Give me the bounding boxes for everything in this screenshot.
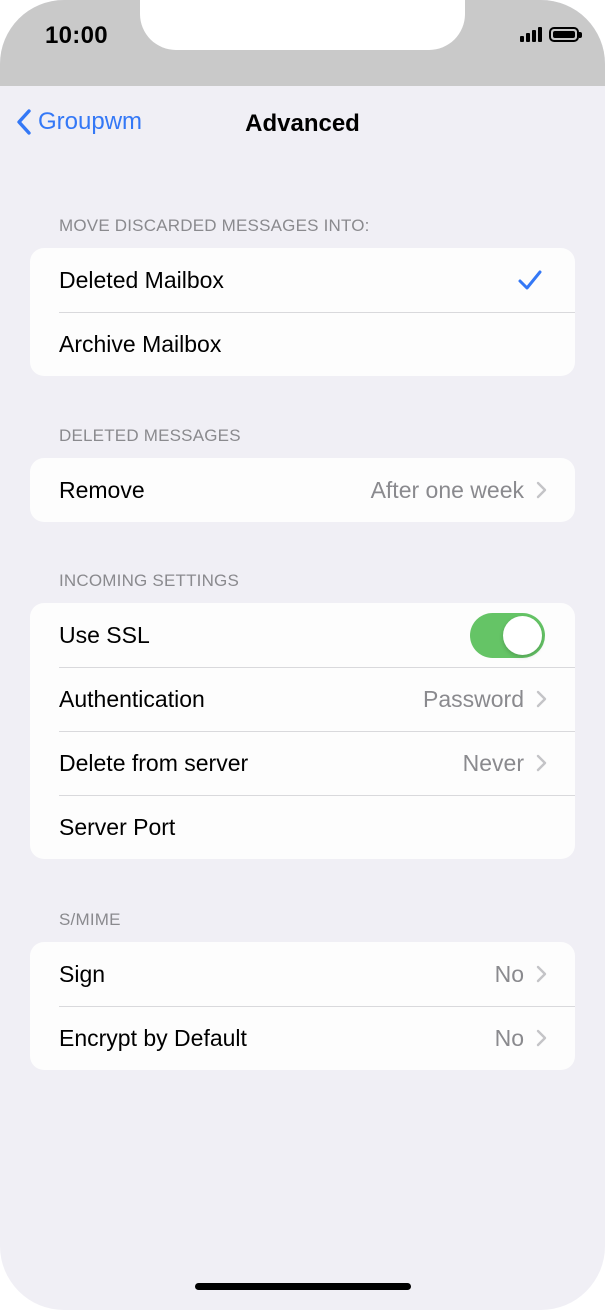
navigation-bar: Groupwm Advanced	[0, 86, 605, 170]
use-ssl-row: Use SSL	[30, 603, 575, 667]
chevron-right-icon	[536, 690, 547, 708]
section-header-incoming: INCOMING SETTINGS	[59, 571, 240, 590]
option-archive-mailbox[interactable]: Archive Mailbox	[30, 312, 575, 376]
encrypt-by-default-row[interactable]: Encrypt by Default No	[30, 1006, 575, 1070]
device-notch	[140, 0, 465, 50]
setting-label: Encrypt by Default	[59, 1024, 247, 1051]
status-time: 10:00	[45, 22, 108, 49]
cellular-signal-icon	[520, 26, 542, 42]
checkmark-icon	[518, 270, 542, 290]
chevron-right-icon	[536, 965, 547, 983]
section-header-smime: S/MIME	[59, 910, 121, 929]
home-indicator[interactable]	[195, 1283, 411, 1290]
status-bar: 10:00	[0, 0, 605, 86]
setting-label: Use SSL	[59, 621, 150, 648]
phone-screen: 10:00 Groupwm Advanced MOVE DISCARDED ME…	[0, 0, 605, 1310]
setting-label: Delete from server	[59, 749, 249, 776]
status-icons	[520, 26, 582, 42]
use-ssl-toggle[interactable]	[470, 612, 545, 658]
chevron-right-icon	[536, 481, 547, 499]
chevron-right-icon	[536, 1029, 547, 1047]
sign-row[interactable]: Sign No	[30, 942, 575, 1006]
server-port-row[interactable]: Server Port	[30, 795, 575, 859]
option-label: Archive Mailbox	[59, 330, 222, 357]
chevron-right-icon	[536, 754, 547, 772]
setting-label: Remove	[59, 476, 145, 503]
setting-value: No	[494, 960, 524, 987]
deleted-messages-group: Remove After one week	[30, 458, 575, 522]
smime-group: Sign No Encrypt by Default No	[30, 942, 575, 1070]
toggle-knob	[503, 615, 542, 655]
setting-label: Authentication	[59, 685, 205, 712]
option-label: Deleted Mailbox	[59, 266, 224, 293]
remove-setting-row[interactable]: Remove After one week	[30, 458, 575, 522]
delete-from-server-row[interactable]: Delete from server Never	[30, 731, 575, 795]
incoming-settings-group: Use SSL Authentication Password Delete f…	[30, 603, 575, 859]
setting-label: Server Port	[59, 813, 176, 840]
setting-value: Password	[423, 685, 524, 712]
battery-icon	[549, 26, 582, 42]
setting-label: Sign	[59, 960, 106, 987]
setting-value: No	[494, 1024, 524, 1051]
option-deleted-mailbox[interactable]: Deleted Mailbox	[30, 248, 575, 312]
setting-value: Never	[462, 749, 524, 776]
page-title: Advanced	[245, 110, 360, 137]
authentication-row[interactable]: Authentication Password	[30, 667, 575, 731]
section-header-deleted: DELETED MESSAGES	[59, 426, 241, 445]
setting-value: After one week	[370, 476, 524, 503]
discarded-destination-group: Deleted Mailbox Archive Mailbox	[30, 248, 575, 376]
section-header-discarded: MOVE DISCARDED MESSAGES INTO:	[59, 216, 370, 235]
